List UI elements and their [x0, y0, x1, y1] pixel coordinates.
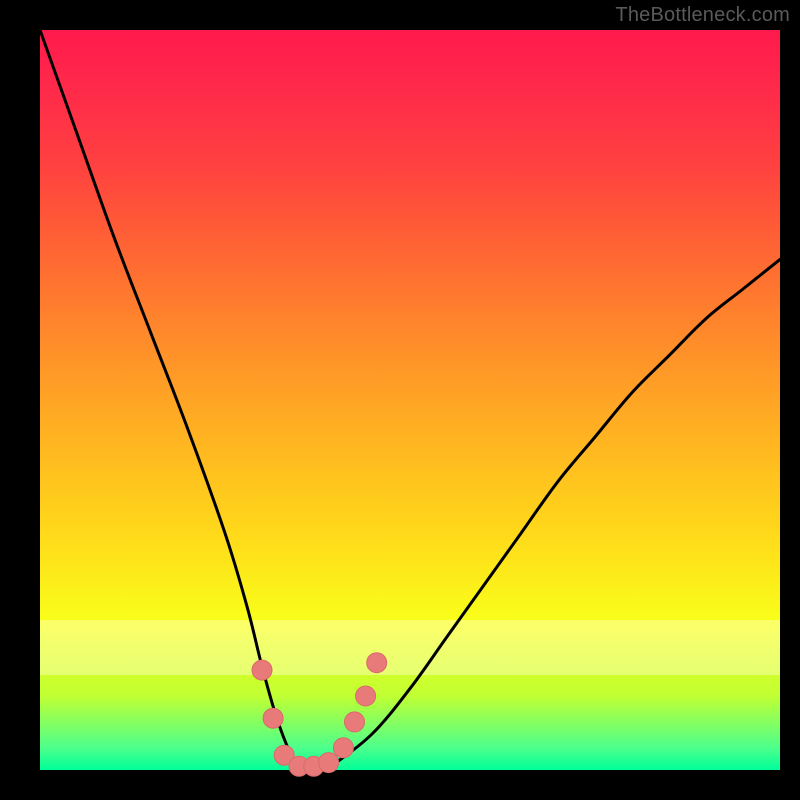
watermark-text: TheBottleneck.com [615, 4, 790, 27]
chart-svg [40, 30, 780, 770]
bottleneck-curve [40, 30, 780, 772]
marker-layer [252, 653, 387, 777]
plot-area [40, 30, 780, 770]
data-marker [319, 753, 339, 773]
data-marker [367, 653, 387, 673]
data-marker [345, 712, 365, 732]
data-marker [252, 660, 272, 680]
data-marker [356, 686, 376, 706]
data-marker [263, 708, 283, 728]
curve-layer [40, 30, 780, 772]
data-marker [333, 738, 353, 758]
chart-frame: TheBottleneck.com [0, 0, 800, 800]
